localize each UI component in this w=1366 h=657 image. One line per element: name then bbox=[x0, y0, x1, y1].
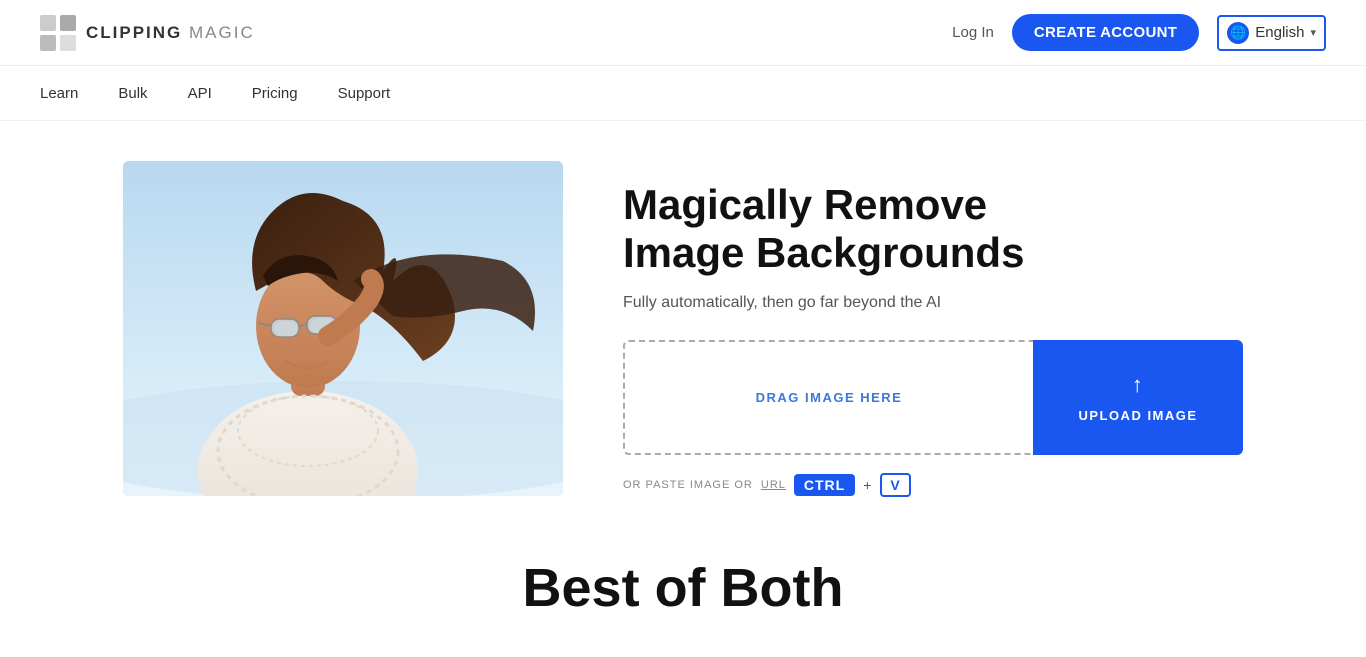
drag-drop-zone[interactable]: DRAG IMAGE HERE bbox=[623, 340, 1033, 455]
language-label: English bbox=[1255, 24, 1304, 41]
nav-item-support[interactable]: Support bbox=[338, 81, 391, 106]
create-account-button[interactable]: CREATE ACCOUNT bbox=[1012, 14, 1199, 51]
hero-title: Magically Remove Image Backgrounds bbox=[623, 181, 1243, 278]
hero-subtitle: Fully automatically, then go far beyond … bbox=[623, 294, 1243, 312]
nav-item-bulk[interactable]: Bulk bbox=[118, 81, 147, 106]
best-of-both-title: Best of Both bbox=[40, 557, 1326, 619]
header-right: Log In CREATE ACCOUNT 🌐 English ▾ bbox=[952, 14, 1326, 51]
logo[interactable]: CLIPPING MAGIC bbox=[40, 15, 255, 51]
globe-icon: 🌐 bbox=[1227, 22, 1249, 44]
nav-item-pricing[interactable]: Pricing bbox=[252, 81, 298, 106]
upload-image-button[interactable]: ↑ UPLOAD IMAGE bbox=[1033, 340, 1243, 455]
nav-bar: Learn Bulk API Pricing Support bbox=[0, 66, 1366, 121]
paste-text: OR PASTE IMAGE OR bbox=[623, 479, 753, 491]
header: CLIPPING MAGIC Log In CREATE ACCOUNT 🌐 E… bbox=[0, 0, 1366, 66]
drag-drop-label: DRAG IMAGE HERE bbox=[756, 390, 903, 405]
paste-area: OR PASTE IMAGE OR URL CTRL + V bbox=[623, 473, 1243, 497]
hero-image bbox=[123, 161, 563, 496]
upload-button-label: UPLOAD IMAGE bbox=[1078, 408, 1197, 423]
upload-arrow-icon: ↑ bbox=[1132, 372, 1145, 398]
login-link[interactable]: Log In bbox=[952, 24, 994, 41]
best-of-both-section: Best of Both bbox=[0, 527, 1366, 619]
url-link[interactable]: URL bbox=[761, 479, 786, 491]
hero-right: Magically Remove Image Backgrounds Fully… bbox=[623, 161, 1243, 497]
logo-text: CLIPPING MAGIC bbox=[86, 23, 255, 43]
ctrl-badge: CTRL bbox=[794, 474, 855, 496]
upload-area: DRAG IMAGE HERE ↑ UPLOAD IMAGE bbox=[623, 340, 1243, 455]
v-badge: V bbox=[880, 473, 910, 497]
hero-person-image bbox=[123, 161, 563, 496]
nav-item-api[interactable]: API bbox=[188, 81, 212, 106]
nav-item-learn[interactable]: Learn bbox=[40, 81, 78, 106]
chevron-down-icon: ▾ bbox=[1310, 26, 1316, 39]
plus-icon: + bbox=[863, 477, 872, 493]
logo-icon bbox=[40, 15, 76, 51]
main-content: Magically Remove Image Backgrounds Fully… bbox=[83, 121, 1283, 527]
language-selector[interactable]: 🌐 English ▾ bbox=[1217, 15, 1326, 51]
